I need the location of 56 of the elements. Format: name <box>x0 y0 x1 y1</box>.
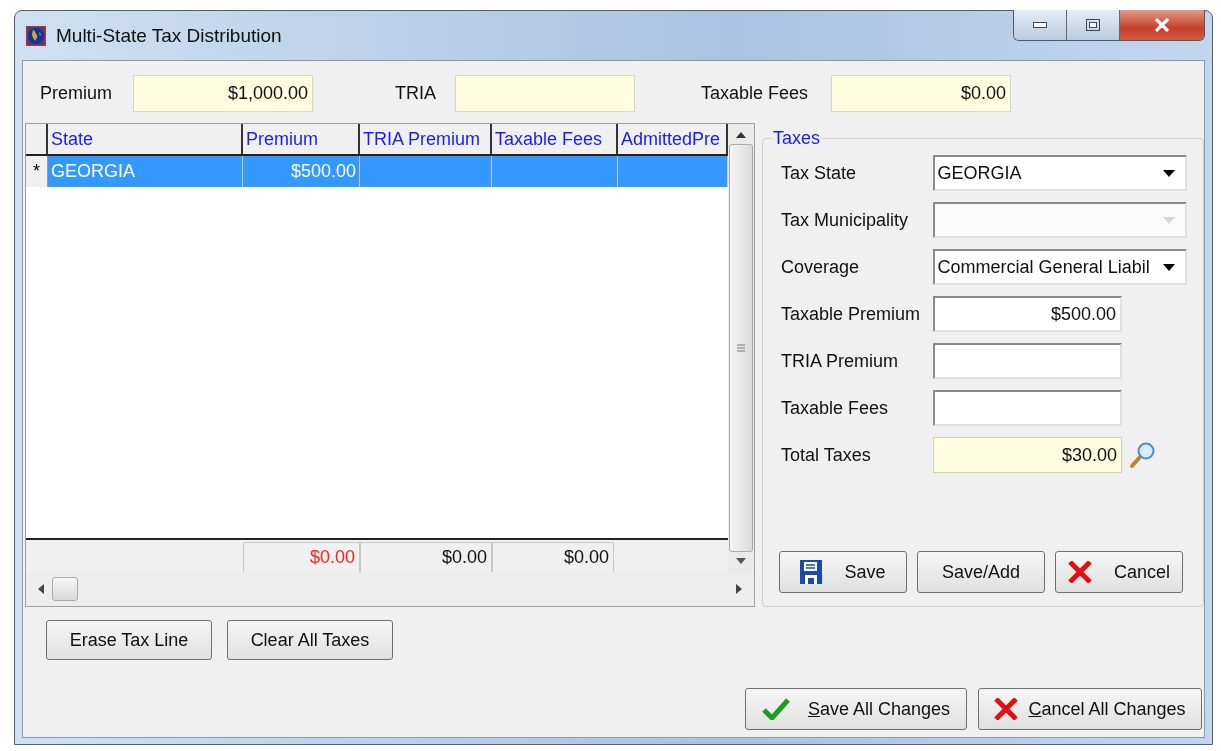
maximize-button[interactable] <box>1067 10 1120 40</box>
grid-action-button[interactable]: Clear All Taxes <box>227 620 393 660</box>
text-field[interactable]: $500.00 <box>933 296 1122 332</box>
window-title: Multi-State Tax Distribution <box>56 24 282 47</box>
vertical-scrollbar[interactable] <box>728 124 754 572</box>
dropdown-arrow-icon[interactable] <box>1163 263 1175 271</box>
amount-field[interactable] <box>455 75 635 112</box>
scroll-left-icon[interactable] <box>38 584 44 594</box>
minimize-button[interactable] <box>1014 10 1067 40</box>
dialog-button[interactable]: Save All Changes <box>745 688 967 730</box>
field-label: Taxable Fees <box>701 83 810 104</box>
checkmark-icon <box>761 698 790 720</box>
dropdown-field[interactable]: GEORGIA <box>932 155 1187 191</box>
close-icon <box>1068 561 1092 583</box>
minimize-icon <box>1033 22 1047 28</box>
close-icon <box>1154 18 1170 32</box>
field-label: Total Taxes <box>781 444 872 466</box>
scroll-right-icon[interactable] <box>736 584 742 594</box>
dropdown-field[interactable]: Commercial General Liabil <box>932 249 1187 285</box>
column-header[interactable]: AdmittedPre <box>618 124 728 154</box>
field-label: TRIA Premium <box>781 350 900 372</box>
field-label: Tax Municipality <box>781 209 910 231</box>
scroll-up-icon[interactable] <box>736 132 746 138</box>
amount-field[interactable]: $0.00 <box>831 75 1011 112</box>
row-marker: * <box>26 156 48 187</box>
field-label: Premium <box>40 83 113 104</box>
text-field[interactable]: $30.00 <box>933 437 1122 473</box>
close-button[interactable] <box>1120 10 1204 40</box>
text-field[interactable] <box>933 343 1122 379</box>
column-header[interactable]: State <box>48 124 243 154</box>
form-button[interactable]: Save <box>779 551 907 593</box>
column-header[interactable]: TRIA Premium <box>360 124 492 154</box>
close-icon <box>994 698 1019 720</box>
maximize-icon <box>1086 19 1100 31</box>
field-label: Tax State <box>781 162 858 184</box>
grid-cell: $500.00 <box>243 156 360 187</box>
field-label: TRIA <box>395 83 437 104</box>
field-label: Coverage <box>781 256 861 278</box>
grid-row[interactable]: * GEORGIA $500.00 <box>26 156 728 187</box>
globe-icon <box>26 25 46 46</box>
magnifier-icon[interactable] <box>1128 441 1156 469</box>
group-title: Taxes <box>773 128 821 149</box>
dialog-button[interactable]: Cancel All Changes <box>978 688 1202 730</box>
scroll-down-icon[interactable] <box>736 558 746 564</box>
field-label: Taxable Premium <box>781 303 922 325</box>
form-button[interactable]: Cancel <box>1055 551 1183 593</box>
grid-action-button[interactable]: Erase Tax Line <box>46 620 212 660</box>
amount-field[interactable]: $1,000.00 <box>133 75 313 112</box>
form-button[interactable]: Save/Add <box>917 551 1045 593</box>
dropdown-arrow-icon[interactable] <box>1163 169 1175 177</box>
grid-cell: GEORGIA <box>48 156 243 187</box>
field-label: Taxable Fees <box>781 397 890 419</box>
text-field[interactable] <box>933 390 1122 426</box>
scroll-thumb[interactable] <box>729 144 753 552</box>
column-header[interactable]: Taxable Fees <box>492 124 618 154</box>
scroll-thumb[interactable] <box>52 577 78 601</box>
